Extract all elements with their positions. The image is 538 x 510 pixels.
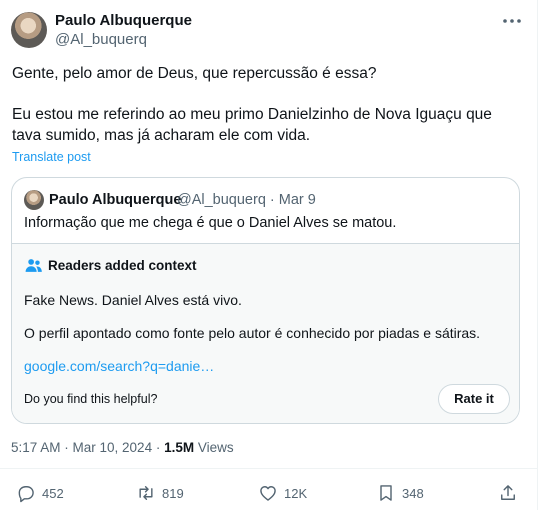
- share-icon: [501, 485, 515, 500]
- note-paragraph: O perfil apontado como fonte pelo autor …: [24, 325, 481, 341]
- author-avatar[interactable]: [11, 12, 47, 48]
- reply-button[interactable]: 452: [16, 482, 64, 504]
- bookmark-icon: [380, 485, 392, 501]
- quoted-text: Informação que me chega é que o Daniel A…: [24, 215, 397, 231]
- quoted-author-name: Paulo Albuquerque: [49, 192, 182, 208]
- quoted-tweet[interactable]: Paulo Albuquerque @Al_buquerq · Mar 9 In…: [11, 177, 520, 424]
- tweet-text-line: Gente, pelo amor de Deus, que repercussã…: [12, 65, 377, 82]
- views-count: 1.5M: [164, 440, 195, 455]
- note-paragraph: Fake News. Daniel Alves está vivo.: [24, 292, 242, 308]
- quoted-avatar: [24, 190, 44, 210]
- reply-count: 452: [42, 485, 64, 501]
- share-button[interactable]: [498, 482, 518, 504]
- repost-icon: [139, 486, 153, 500]
- like-count: 12K: [284, 485, 308, 501]
- reply-icon: [18, 486, 34, 503]
- translate-link[interactable]: Translate post: [12, 150, 91, 164]
- helpful-question: Do you find this helpful?: [24, 392, 158, 406]
- author-name[interactable]: Paulo Albuquerque: [55, 12, 192, 29]
- like-icon: [260, 486, 276, 501]
- timestamp-time[interactable]: 5:17 AM · Mar 10, 2024 ·: [11, 440, 164, 455]
- quoted-author-meta: @Al_buquerq · Mar 9: [177, 192, 316, 208]
- community-note: Readers added context Fake News. Daniel …: [12, 243, 519, 423]
- author-handle[interactable]: @Al_buquerq: [55, 31, 147, 48]
- like-button[interactable]: 12K: [258, 482, 307, 504]
- people-icon: [25, 259, 42, 272]
- tweet: Paulo Albuquerque @Al_buquerq Gente, pel…: [0, 0, 538, 510]
- note-source-link[interactable]: google.com/search?q=danie…: [24, 358, 214, 374]
- rate-it-button[interactable]: Rate it: [438, 384, 510, 414]
- tweet-text-line: Eu estou me referindo ao meu primo Danie…: [12, 106, 492, 123]
- divider: [0, 468, 537, 469]
- repost-count: 819: [162, 485, 184, 501]
- post-timestamp: 5:17 AM · Mar 10, 2024 · 1.5M Views: [11, 440, 234, 455]
- bookmark-button[interactable]: 348: [376, 482, 424, 504]
- bookmark-count: 348: [402, 485, 424, 501]
- tweet-text-line: tava sumido, mas já acharam ele com vida…: [12, 127, 311, 144]
- more-icon[interactable]: [500, 10, 524, 32]
- repost-button[interactable]: 819: [136, 482, 184, 504]
- views-label: Views: [194, 440, 234, 455]
- note-title: Readers added context: [48, 258, 197, 273]
